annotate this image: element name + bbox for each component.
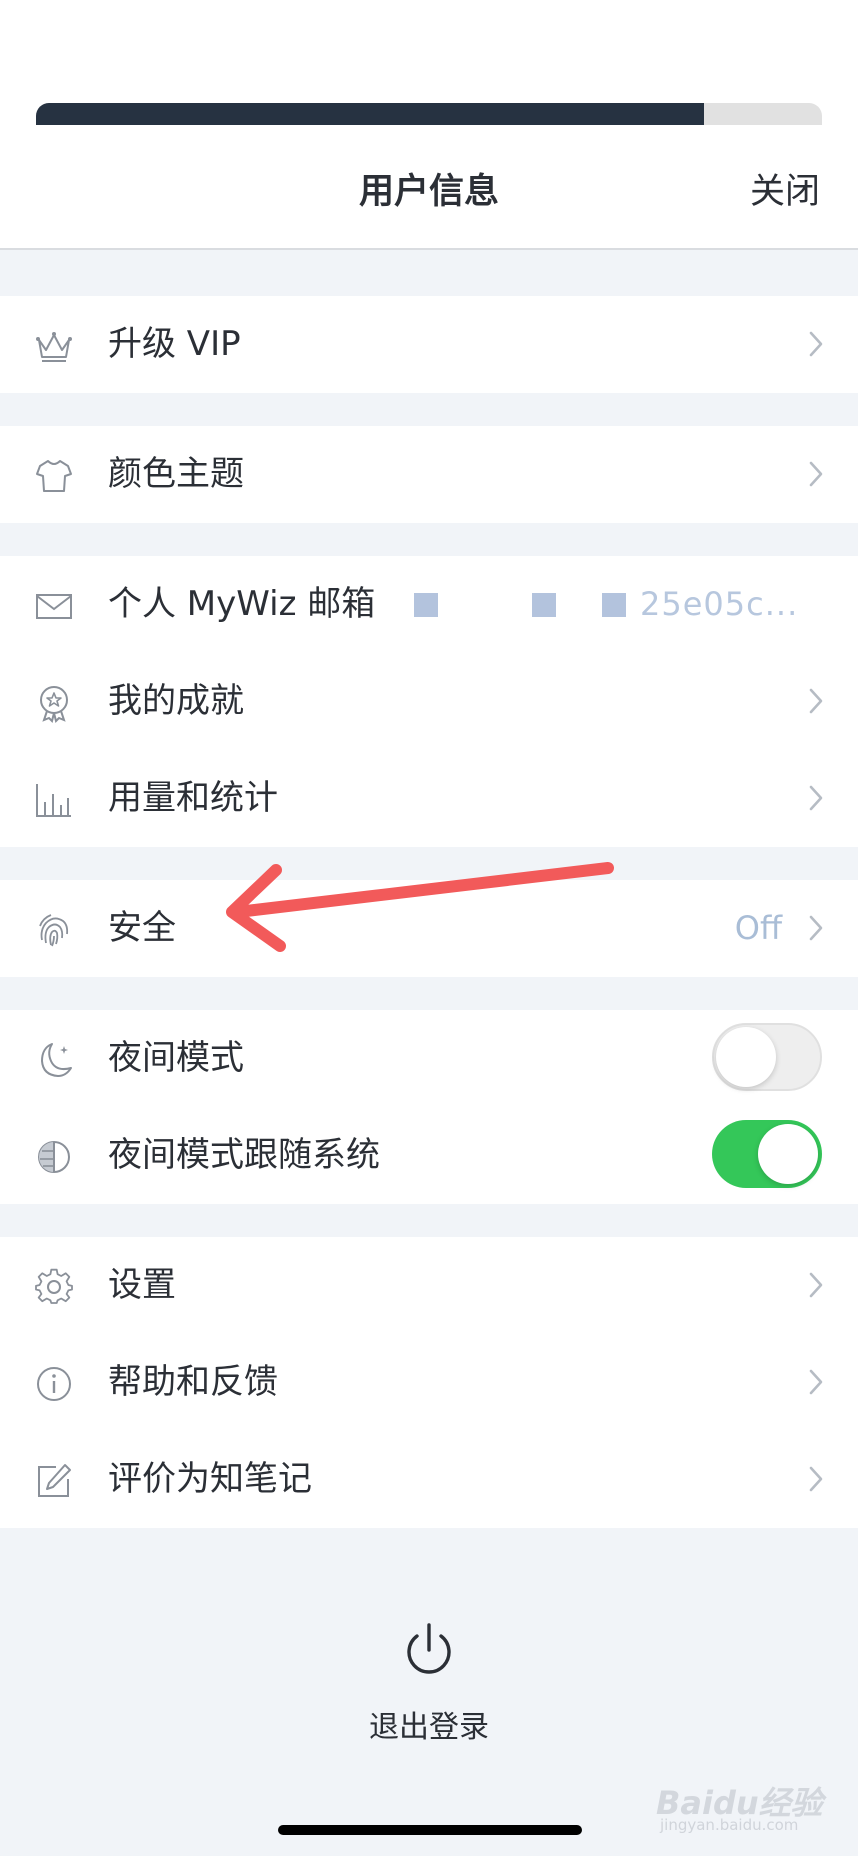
chevron-right-icon [808, 1368, 824, 1396]
crown-icon [34, 326, 74, 366]
usage-stats-label: 用量和统计 [108, 778, 278, 818]
home-indicator [278, 1825, 582, 1835]
email-label: 个人 MyWiz 邮箱 [108, 584, 376, 624]
upgrade-vip-row[interactable]: 升级 VIP [0, 296, 858, 393]
redacted-block [414, 593, 438, 617]
color-theme-label: 颜色主题 [108, 454, 244, 494]
half-moon-globe-icon [34, 1137, 74, 1177]
email-row[interactable]: 个人 MyWiz 邮箱 25e05c... [0, 556, 858, 653]
gear-icon [34, 1267, 74, 1307]
baidu-watermark-url: jingyan.baidu.com [660, 1816, 799, 1834]
moon-icon [34, 1040, 74, 1080]
logout-button[interactable]: 退出登录 [329, 1620, 529, 1760]
info-icon [34, 1364, 74, 1404]
security-status-value: Off [734, 909, 782, 947]
settings-row[interactable]: 设置 [0, 1237, 858, 1334]
progress-bar-fill [36, 103, 705, 125]
night-follow-system-label: 夜间模式跟随系统 [108, 1135, 380, 1175]
chevron-right-icon [808, 687, 824, 715]
toggle-knob [716, 1027, 776, 1087]
security-row[interactable]: 安全 Off [0, 880, 858, 977]
close-button[interactable]: 关闭 [750, 163, 820, 214]
power-icon [399, 1620, 459, 1680]
night-follow-system-row: 夜间模式跟随系统 [0, 1107, 858, 1204]
group-vip: 升级 VIP [0, 296, 858, 393]
page-title: 用户信息 [358, 172, 499, 212]
night-mode-toggle[interactable] [712, 1023, 822, 1091]
night-follow-system-toggle[interactable] [712, 1120, 822, 1188]
upgrade-vip-label: 升级 VIP [108, 324, 241, 364]
bar-chart-icon [34, 780, 74, 820]
edit-icon [34, 1461, 74, 1501]
tshirt-icon [34, 456, 74, 496]
group-night-mode: 夜间模式 夜间模式跟随系统 [0, 1010, 858, 1204]
chevron-right-icon [808, 330, 824, 358]
logout-label: 退出登录 [369, 1710, 489, 1745]
top-bar: 用户信息 关闭 [0, 0, 858, 248]
night-mode-row: 夜间模式 [0, 1010, 858, 1107]
toggle-knob [758, 1124, 818, 1184]
group-theme: 颜色主题 [0, 426, 858, 523]
progress-bar [36, 103, 822, 125]
envelope-icon [34, 586, 74, 626]
security-label: 安全 [108, 908, 176, 948]
help-feedback-label: 帮助和反馈 [108, 1362, 278, 1402]
redacted-block [532, 593, 556, 617]
rate-app-row[interactable]: 评价为知笔记 [0, 1431, 858, 1528]
medal-icon [34, 683, 74, 723]
achievements-label: 我的成就 [108, 681, 244, 721]
group-security: 安全 Off [0, 880, 858, 977]
chevron-right-icon [808, 1271, 824, 1299]
achievements-row[interactable]: 我的成就 [0, 653, 858, 750]
group-misc: 设置 帮助和反馈 评价为知笔记 [0, 1237, 858, 1528]
email-value: 25e05c... [640, 585, 799, 623]
chevron-right-icon [808, 1465, 824, 1493]
header-divider [0, 248, 858, 250]
group-account: 个人 MyWiz 邮箱 25e05c... 我的成就 用量和统计 [0, 556, 858, 847]
color-theme-row[interactable]: 颜色主题 [0, 426, 858, 523]
fingerprint-icon [34, 910, 74, 950]
chevron-right-icon [808, 460, 824, 488]
settings-label: 设置 [108, 1265, 176, 1305]
redacted-block [602, 593, 626, 617]
rate-app-label: 评价为知笔记 [108, 1459, 312, 1499]
help-feedback-row[interactable]: 帮助和反馈 [0, 1334, 858, 1431]
usage-stats-row[interactable]: 用量和统计 [0, 750, 858, 847]
chevron-right-icon [808, 784, 824, 812]
night-mode-label: 夜间模式 [108, 1038, 244, 1078]
chevron-right-icon [808, 914, 824, 942]
